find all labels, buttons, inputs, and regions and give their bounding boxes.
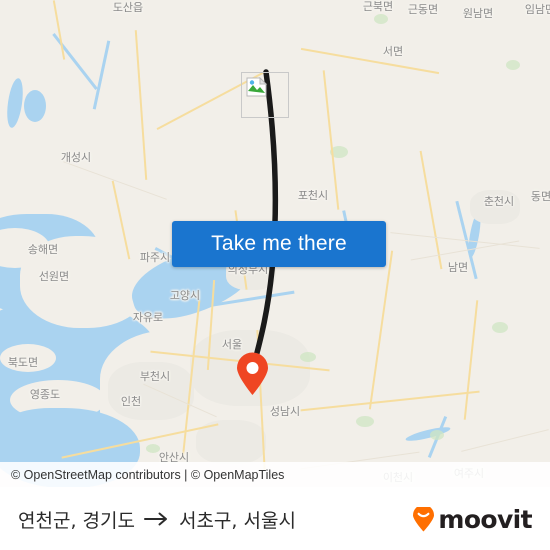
moovit-pin-icon	[413, 506, 435, 531]
broken-image-icon	[246, 77, 268, 97]
moovit-wordmark: moovit	[438, 504, 532, 534]
attribution-text[interactable]: © OpenStreetMap contributors | © OpenMap…	[11, 468, 284, 482]
origin-marker-box[interactable]	[241, 72, 289, 118]
take-me-there-button[interactable]: Take me there	[172, 221, 386, 267]
map-pin-icon[interactable]	[236, 352, 269, 396]
moovit-logo[interactable]: moovit	[412, 504, 533, 534]
footer-bar: 연천군, 경기도 서초구, 서울시 moovit	[0, 487, 550, 550]
destination-label: 서초구, 서울시	[178, 509, 296, 532]
map-attribution-bar: © OpenStreetMap contributors | © OpenMap…	[0, 462, 550, 487]
route-title: 연천군, 경기도 서초구, 서울시	[18, 506, 296, 533]
origin-label: 연천군, 경기도	[18, 509, 135, 532]
map-canvas[interactable]: 도산읍근북면근동면원남면임남면서면개성시포천시춘천시동면송해면파주시의정부시남면…	[0, 0, 550, 487]
arrow-right-icon	[143, 512, 170, 526]
map-share-card: 도산읍근북면근동면원남면임남면서면개성시포천시춘천시동면송해면파주시의정부시남면…	[0, 0, 550, 550]
